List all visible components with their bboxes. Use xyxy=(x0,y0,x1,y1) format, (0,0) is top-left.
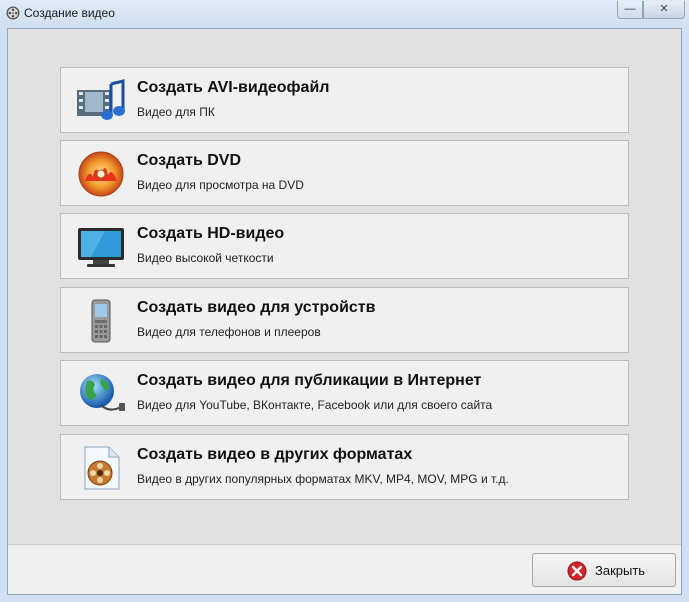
minimize-button[interactable]: — xyxy=(617,1,643,19)
option-subtitle: Видео для ПК xyxy=(137,105,215,119)
option-subtitle: Видео для просмотра на DVD xyxy=(137,178,304,192)
dvd-disc-icon xyxy=(78,151,124,197)
globe-internet-icon xyxy=(80,374,125,411)
create-avi-button[interactable]: Создать AVI-видеофайл Видео для ПК xyxy=(60,67,629,133)
option-title: Создать HD-видео xyxy=(137,225,285,242)
footer-divider xyxy=(8,544,681,545)
cancel-x-icon xyxy=(567,561,587,581)
create-internet-video-button[interactable]: Создать видео для публикации в Интернет … xyxy=(60,360,629,426)
window-title: Создание видео xyxy=(24,6,115,20)
close-icon: ✕ xyxy=(659,3,669,15)
dialog-client-area: Создать AVI-видеофайл Видео для ПК Созда… xyxy=(7,28,682,595)
create-video-window: Создание видео — ✕ Создать AVI-видеофайл… xyxy=(0,0,689,602)
close-button-label: Закрыть xyxy=(595,563,646,578)
option-subtitle: Видео для YouTube, ВКонтакте, Facebook и… xyxy=(137,398,493,412)
option-title: Создать видео для устройств xyxy=(137,299,376,316)
option-title: Создать видео для публикации в Интернет xyxy=(137,372,482,389)
create-other-format-button[interactable]: Создать видео в других форматах Видео в … xyxy=(60,434,629,500)
create-device-video-button[interactable]: Создать видео для устройств Видео для те… xyxy=(60,287,629,353)
options-panel: Создать AVI-видеофайл Видео для ПК Созда… xyxy=(8,29,681,544)
close-dialog-button[interactable]: Закрыть xyxy=(532,553,676,587)
option-title: Создать DVD xyxy=(137,152,242,169)
create-hd-video-button[interactable]: Создать HD-видео Видео высокой четкости xyxy=(60,213,629,279)
hd-monitor-icon xyxy=(78,228,124,267)
minimize-icon: — xyxy=(624,3,636,15)
option-title: Создать AVI-видеофайл xyxy=(137,79,330,96)
film-reel-file-icon xyxy=(84,446,120,490)
app-reel-icon xyxy=(6,6,20,20)
title-bar[interactable]: Создание видео — ✕ xyxy=(0,0,689,28)
window-close-button[interactable]: ✕ xyxy=(643,1,685,19)
option-title: Создать видео в других форматах xyxy=(137,446,413,463)
option-subtitle: Видео высокой четкости xyxy=(137,251,274,265)
option-subtitle: Видео в других популярных форматах MKV, … xyxy=(137,472,509,486)
film-music-icon xyxy=(77,79,125,120)
mobile-phone-icon xyxy=(91,299,111,343)
create-dvd-button[interactable]: Создать DVD Видео для просмотра на DVD xyxy=(60,140,629,206)
option-subtitle: Видео для телефонов и плееров xyxy=(137,325,321,339)
